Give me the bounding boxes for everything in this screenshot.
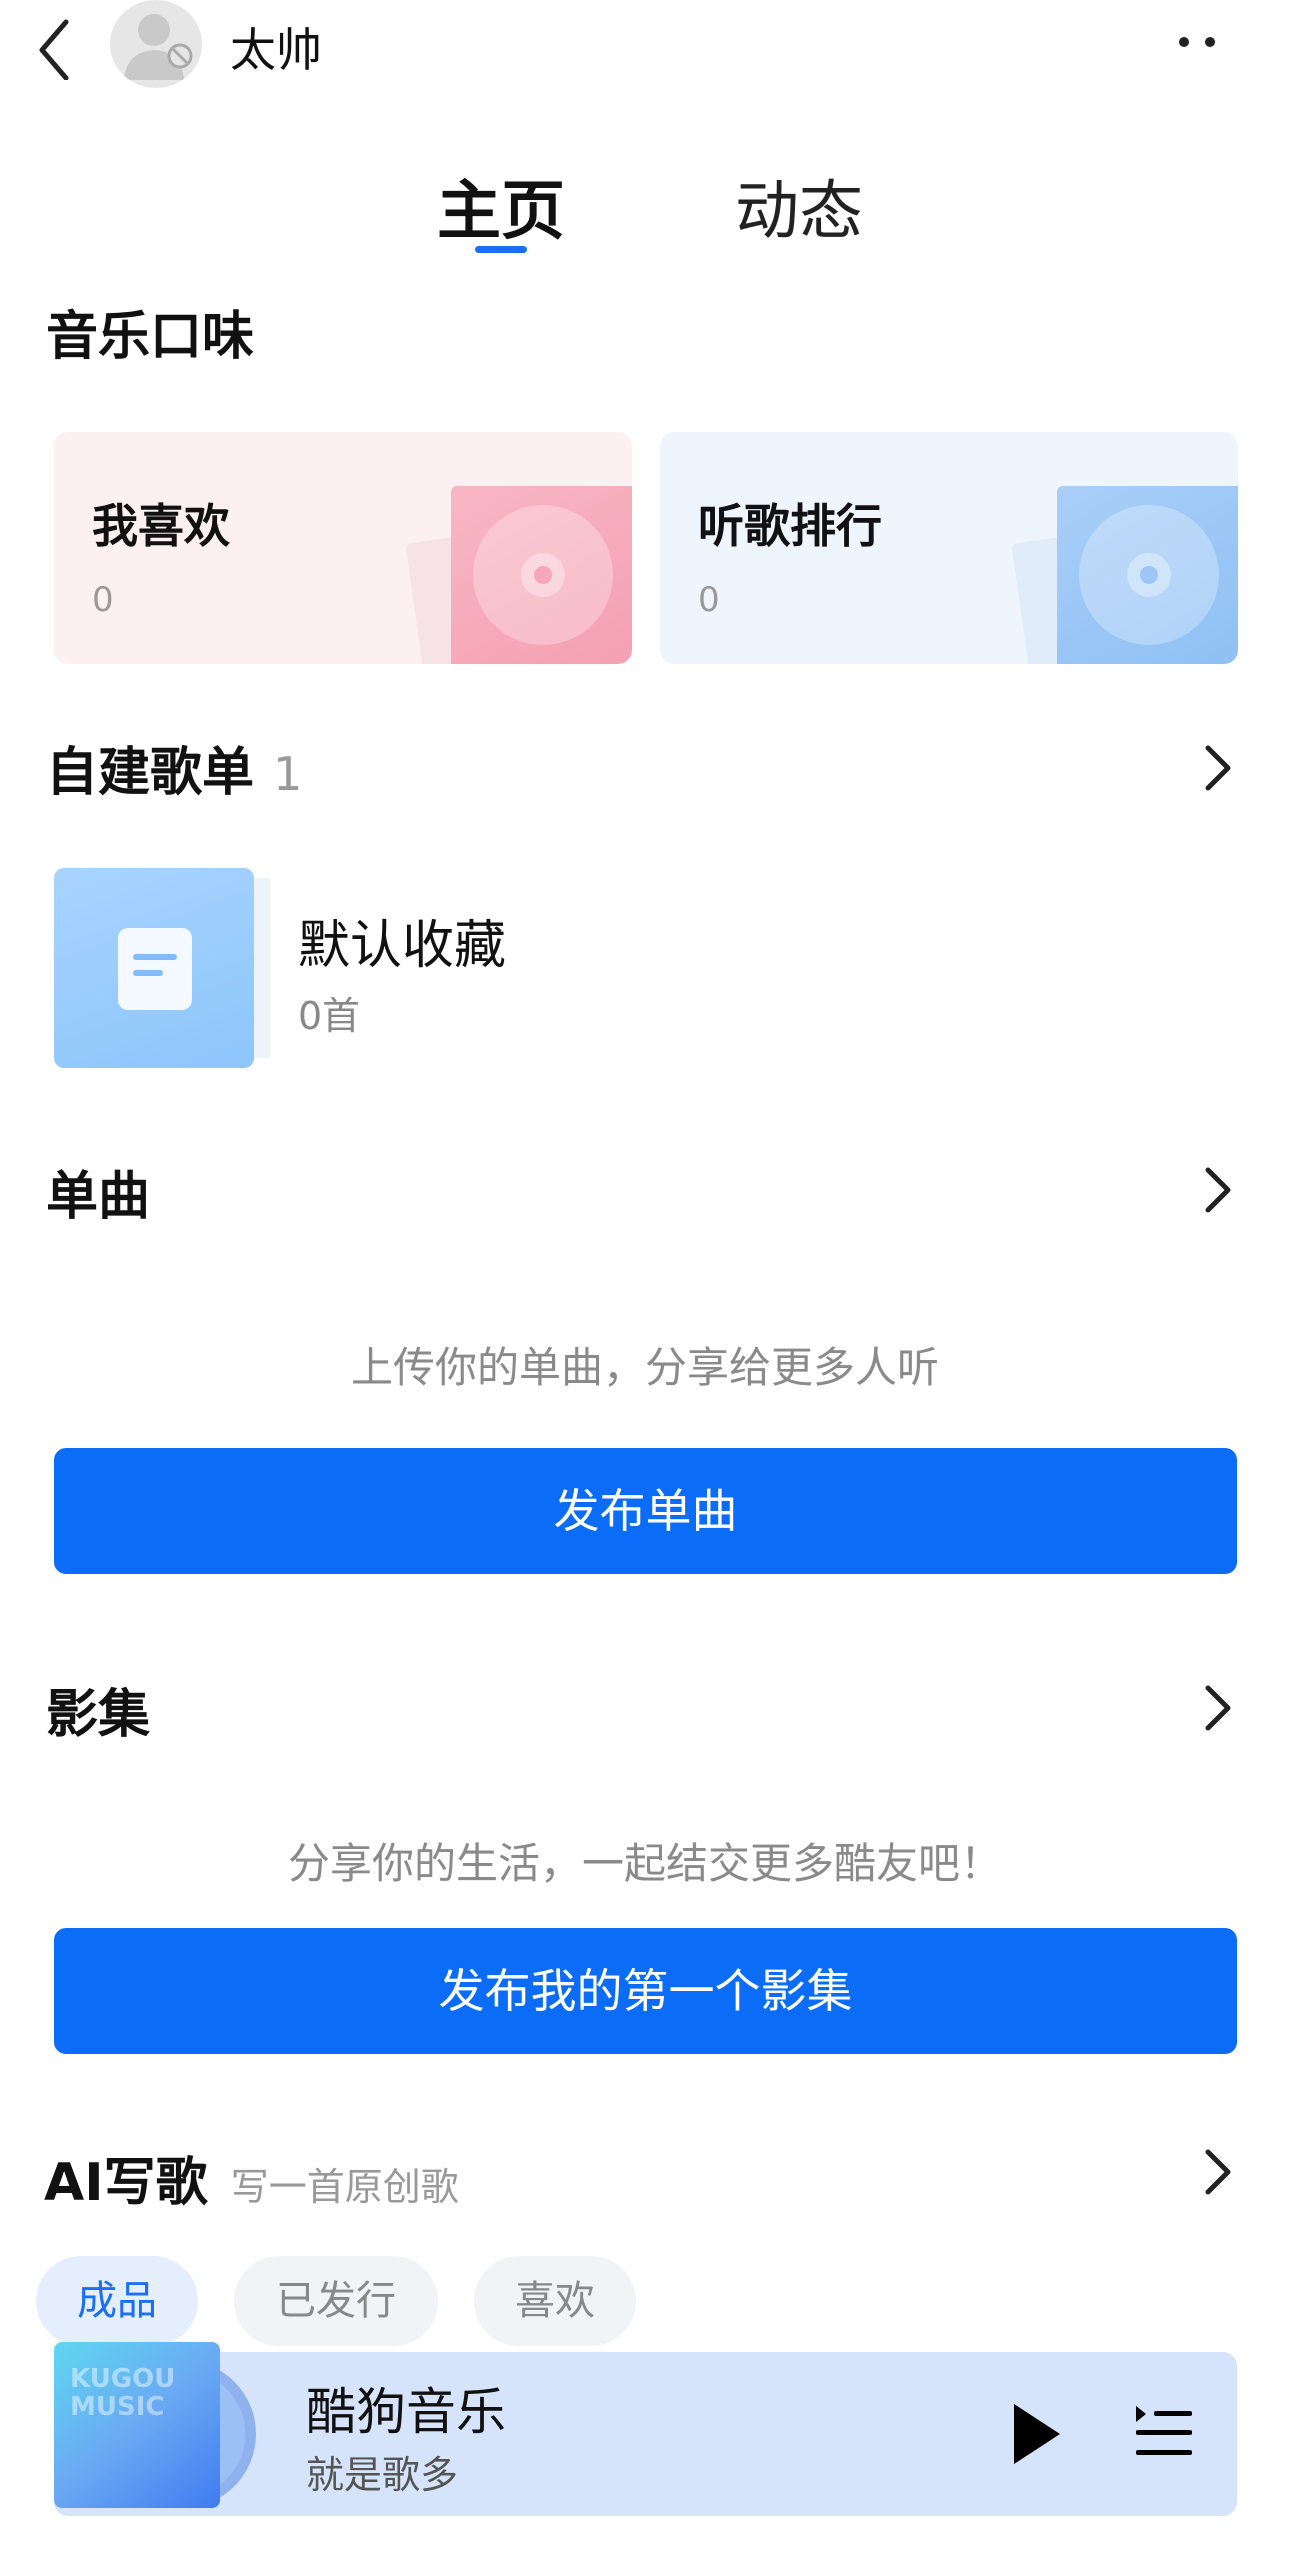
cover-text-line2: MUSIC <box>70 2392 165 2422</box>
more-button[interactable] <box>1172 20 1222 70</box>
now-playing-cover[interactable]: KUGOU MUSIC <box>54 2342 220 2508</box>
section-title-singles: 单曲 <box>46 1167 151 1227</box>
liked-cover <box>451 486 632 664</box>
card-title: 我喜欢 <box>92 499 230 553</box>
albums-more-button[interactable] <box>1198 1678 1238 1738</box>
default-user-icon <box>124 14 193 80</box>
rank-cover <box>1057 486 1238 664</box>
chevron-right-icon <box>1205 1167 1231 1213</box>
active-tab-indicator <box>475 246 527 253</box>
cover-text-line1: KUGOU <box>70 2364 176 2394</box>
tab-liked[interactable]: 喜欢 <box>474 2256 636 2346</box>
back-button[interactable] <box>28 10 88 81</box>
avatar[interactable] <box>110 0 202 88</box>
playlists-header[interactable]: 自建歌单 1 <box>46 730 302 805</box>
player-title: 酷狗音乐 <box>306 2383 506 2441</box>
playlist-doc-icon <box>118 928 192 1010</box>
ai-song-subtitle: 写一首原创歌 <box>230 2165 459 2209</box>
singles-hint: 上传你的单曲，分享给更多人听 <box>350 1343 939 1392</box>
publish-single-button[interactable]: 发布单曲 <box>54 1448 1237 1574</box>
tab-activity[interactable]: 动态 <box>735 160 863 252</box>
chevron-right-icon <box>1205 2149 1231 2195</box>
tab-finished[interactable]: 成品 <box>36 2256 198 2346</box>
player-subtitle: 就是歌多 <box>306 2453 459 2497</box>
liked-songs-card[interactable]: 我喜欢 0 <box>54 432 632 664</box>
chevron-right-icon <box>1205 745 1231 791</box>
section-title-albums: 影集 <box>46 1685 151 1745</box>
playlist-name[interactable]: 默认收藏 <box>298 903 506 978</box>
chevron-left-icon <box>39 19 69 81</box>
albums-hint: 分享你的生活，一起结交更多酷友吧！ <box>287 1839 1002 1888</box>
play-icon <box>1014 2404 1060 2464</box>
listening-rank-card[interactable]: 听歌排行 0 <box>660 432 1238 664</box>
playlists-count: 1 <box>273 747 303 801</box>
vinyl-disc-icon <box>1079 505 1219 645</box>
queue-list-icon <box>1136 2406 1192 2455</box>
play-button[interactable] <box>1006 2400 1066 2468</box>
playlist-cover-edge <box>254 878 270 1058</box>
publish-album-button[interactable]: 发布我的第一个影集 <box>54 1928 1237 2054</box>
section-title-playlists: 自建歌单 <box>46 743 255 803</box>
vinyl-disc-icon <box>473 505 613 645</box>
ai-song-more-button[interactable] <box>1198 2142 1238 2202</box>
tab-published[interactable]: 已发行 <box>234 2256 438 2346</box>
playlist-track-count: 0首 <box>298 994 361 1038</box>
singles-more-button[interactable] <box>1198 1160 1238 1220</box>
card-count: 0 <box>92 580 114 620</box>
ai-song-header[interactable]: AI写歌 写一首原创歌 <box>44 2140 459 2215</box>
playlists-more-button[interactable] <box>1198 738 1238 798</box>
section-title-taste: 音乐口味 <box>46 307 255 367</box>
more-dots-icon <box>1179 37 1215 47</box>
chevron-right-icon <box>1205 1685 1231 1731</box>
section-title-ai-song: AI写歌 <box>44 2153 208 2213</box>
card-title: 听歌排行 <box>698 499 882 553</box>
tab-homepage[interactable]: 主页 <box>437 160 565 252</box>
playlist-queue-button[interactable] <box>1134 2400 1194 2464</box>
username: 太帅 <box>230 23 322 77</box>
card-count: 0 <box>698 580 720 620</box>
